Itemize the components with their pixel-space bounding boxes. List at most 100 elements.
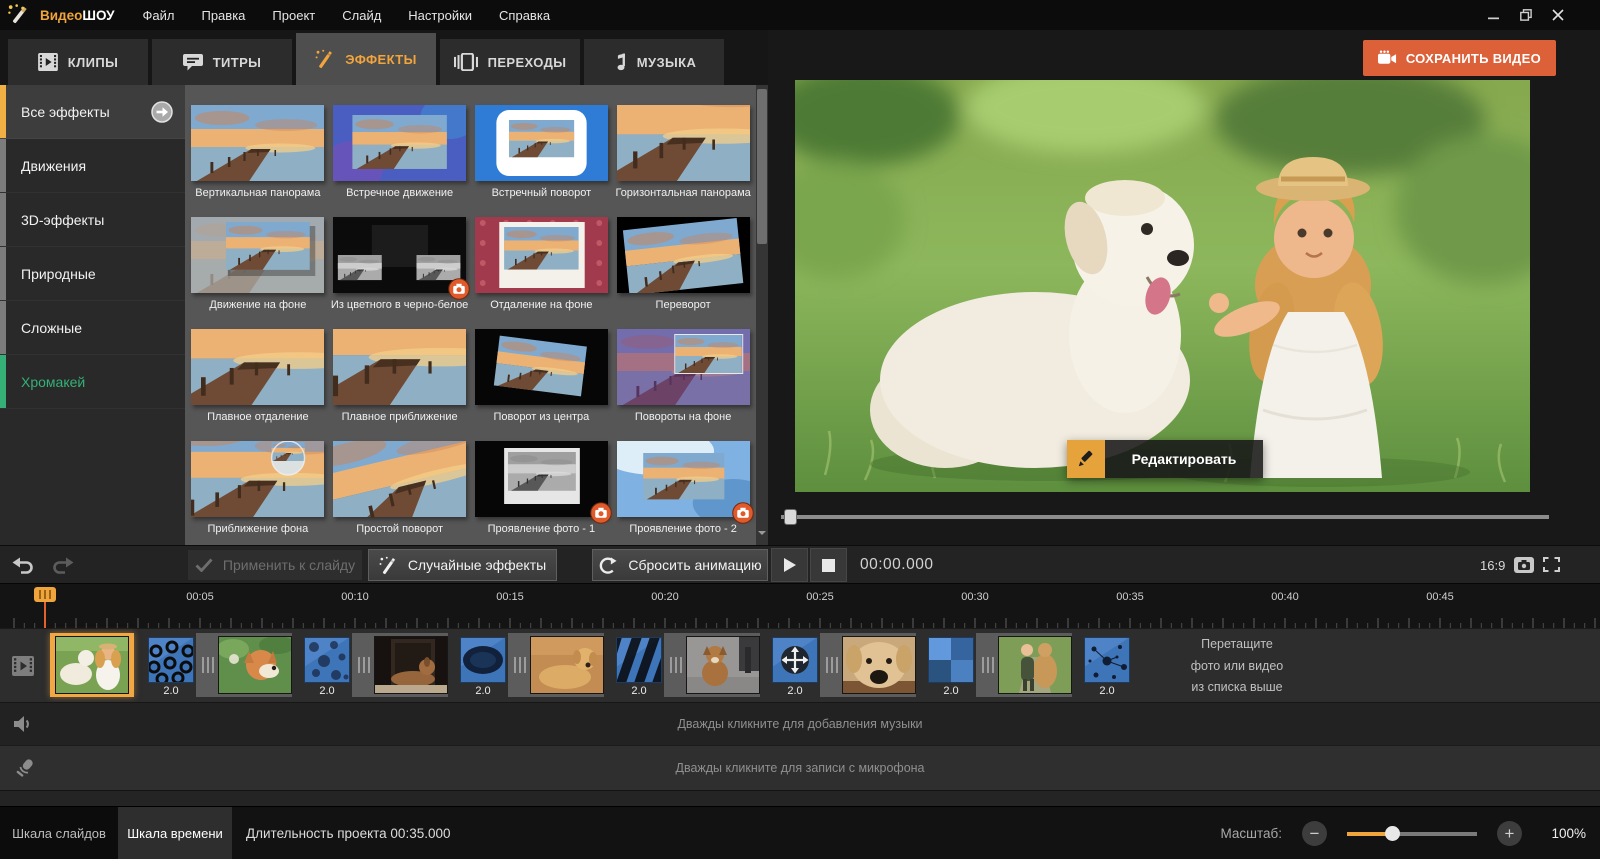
clip-drag-handle[interactable] bbox=[982, 657, 994, 673]
time-scale-tab[interactable]: Шкала времени bbox=[118, 807, 232, 859]
effect-item[interactable]: Вертикальная панорама bbox=[187, 105, 329, 200]
menu-edit[interactable]: Правка bbox=[201, 8, 245, 23]
zoom-slider[interactable] bbox=[1347, 826, 1477, 841]
effects-scrollbar[interactable] bbox=[756, 85, 768, 545]
clip-drag-handle[interactable] bbox=[670, 657, 682, 673]
timeline-clip-selected[interactable] bbox=[50, 633, 134, 697]
effect-item[interactable]: Проявление фото - 2 bbox=[612, 441, 754, 536]
effect-item[interactable]: Приближение фона bbox=[187, 441, 329, 536]
timeline-clip[interactable] bbox=[196, 633, 292, 697]
music-track[interactable]: Дважды кликните для добавления музыки bbox=[0, 702, 1600, 745]
seekbar-thumb[interactable] bbox=[784, 509, 797, 525]
timeline-clip[interactable] bbox=[508, 633, 604, 697]
play-button[interactable] bbox=[771, 548, 808, 582]
tab-transitions[interactable]: ПЕРЕХОДЫ bbox=[440, 39, 580, 85]
seekbar-track[interactable] bbox=[781, 515, 1549, 519]
transition-clip[interactable]: 2.0 bbox=[148, 637, 194, 697]
stop-button[interactable] bbox=[810, 548, 847, 582]
video-camera-icon bbox=[1378, 50, 1397, 66]
menu-settings[interactable]: Настройки bbox=[408, 8, 472, 23]
transition-clip[interactable]: 2.0 bbox=[304, 637, 350, 697]
tab-clips[interactable]: КЛИПЫ bbox=[8, 39, 148, 85]
zoom-in-button[interactable]: + bbox=[1497, 821, 1522, 846]
tab-effects[interactable]: ЭФФЕКТЫ bbox=[296, 33, 436, 85]
effect-item[interactable]: Отдаление на фоне bbox=[471, 217, 613, 312]
effect-item[interactable]: Встречное движение bbox=[329, 105, 471, 200]
effect-item[interactable]: Проявление фото - 1 bbox=[471, 441, 613, 536]
menu-help[interactable]: Справка bbox=[499, 8, 550, 23]
minimize-button[interactable] bbox=[1486, 7, 1502, 23]
timeline-clip[interactable] bbox=[352, 633, 448, 697]
tab-music[interactable]: МУЗЫКА bbox=[584, 39, 724, 85]
transition-thumbnail bbox=[616, 637, 662, 683]
edit-button[interactable]: Редактировать bbox=[1067, 440, 1263, 478]
scrollbar-thumb[interactable] bbox=[757, 89, 767, 244]
transition-thumbnail bbox=[928, 637, 974, 683]
project-duration-label: Длительность проекта 00:35.000 bbox=[246, 807, 450, 859]
effect-item[interactable]: Движение на фоне bbox=[187, 217, 329, 312]
reset-animation-button[interactable]: Сбросить анимацию bbox=[592, 549, 768, 581]
tab-label: МУЗЫКА bbox=[637, 55, 697, 70]
sidebar-item-label: 3D-эффекты bbox=[21, 212, 104, 228]
fullscreen-button[interactable] bbox=[1543, 557, 1560, 577]
transition-clip[interactable]: 2.0 bbox=[616, 637, 662, 697]
tab-titles[interactable]: ТИТРЫ bbox=[152, 39, 292, 85]
menu-file[interactable]: Файл bbox=[143, 8, 175, 23]
zoom-out-button[interactable]: − bbox=[1302, 821, 1327, 846]
transition-clip[interactable]: 2.0 bbox=[772, 637, 818, 697]
clip-drag-handle[interactable] bbox=[514, 657, 526, 673]
transition-clip[interactable]: 2.0 bbox=[928, 637, 974, 697]
transition-clip[interactable]: 2.0 bbox=[460, 637, 506, 697]
menu-slide[interactable]: Слайд bbox=[342, 8, 381, 23]
save-video-button[interactable]: СОХРАНИТЬ ВИДЕО bbox=[1363, 40, 1556, 76]
menu-project[interactable]: Проект bbox=[272, 8, 315, 23]
timeline-clip[interactable] bbox=[976, 633, 1072, 697]
effect-item[interactable]: Плавное приближение bbox=[329, 329, 471, 424]
snapshot-camera-button[interactable] bbox=[1514, 557, 1534, 578]
effect-item[interactable]: Повороты на фоне bbox=[612, 329, 754, 424]
voice-track[interactable]: Дважды кликните для записи с микрофона bbox=[0, 745, 1600, 790]
timeline-clip[interactable] bbox=[820, 633, 916, 697]
transition-thumbnail bbox=[304, 637, 350, 683]
maximize-button[interactable] bbox=[1518, 7, 1534, 23]
apply-to-slide-button[interactable]: Применить к слайду bbox=[188, 550, 362, 580]
effect-item[interactable]: Простой поворот bbox=[329, 441, 471, 536]
zoom-slider-thumb[interactable] bbox=[1385, 826, 1400, 841]
film-icon bbox=[38, 53, 58, 71]
ruler-label: 00:40 bbox=[1271, 591, 1299, 603]
undo-button[interactable] bbox=[12, 556, 36, 579]
preview-seekbar[interactable] bbox=[781, 508, 1549, 526]
effect-item[interactable]: Горизонтальная панорама bbox=[612, 105, 754, 200]
zoom-controls: Масштаб: − + 100% bbox=[1220, 807, 1600, 859]
sidebar-item-complex[interactable]: Сложные bbox=[0, 301, 185, 355]
playhead[interactable] bbox=[34, 587, 56, 602]
timeline-ruler[interactable]: 00:0500:1000:1500:2000:2500:3000:3500:40… bbox=[0, 583, 1600, 628]
timeline-clip[interactable] bbox=[664, 633, 760, 697]
clip-drag-handle[interactable] bbox=[826, 657, 838, 673]
sidebar-item-chromakey[interactable]: Хромакей bbox=[0, 355, 185, 409]
effect-item[interactable]: Переворот bbox=[612, 217, 754, 312]
transition-clip[interactable]: 2.0 bbox=[1084, 637, 1130, 697]
ruler-label: 00:30 bbox=[961, 591, 989, 603]
sidebar-item-motion[interactable]: Движения bbox=[0, 139, 185, 193]
scrollbar-down-arrow-icon[interactable] bbox=[758, 531, 766, 539]
random-effects-button[interactable]: Случайные эффекты bbox=[368, 549, 557, 581]
slides-scale-tab[interactable]: Шкала слайдов bbox=[0, 807, 118, 859]
ruler-label: 00:10 bbox=[341, 591, 369, 603]
effect-item[interactable]: Плавное отдаление bbox=[187, 329, 329, 424]
sidebar-item-3d-effects[interactable]: 3D-эффекты bbox=[0, 193, 185, 247]
sidebar-item-all-effects[interactable]: Все эффекты bbox=[0, 85, 185, 139]
redo-button[interactable] bbox=[50, 556, 74, 579]
music-note-icon bbox=[612, 52, 627, 72]
effect-item[interactable]: Из цветного в черно-белое bbox=[329, 217, 471, 312]
close-button[interactable] bbox=[1550, 7, 1566, 23]
effect-item[interactable]: Поворот из центра bbox=[471, 329, 613, 424]
effect-label: Отдаление на фоне bbox=[490, 299, 592, 312]
voice-track-hint: Дважды кликните для записи с микрофона bbox=[675, 761, 924, 775]
effect-thumbnail bbox=[617, 329, 750, 405]
clip-drag-handle[interactable] bbox=[202, 657, 214, 673]
clip-thumbnail bbox=[55, 636, 129, 694]
clip-drag-handle[interactable] bbox=[358, 657, 370, 673]
effect-item[interactable]: Встречный поворот bbox=[471, 105, 613, 200]
sidebar-item-nature[interactable]: Природные bbox=[0, 247, 185, 301]
